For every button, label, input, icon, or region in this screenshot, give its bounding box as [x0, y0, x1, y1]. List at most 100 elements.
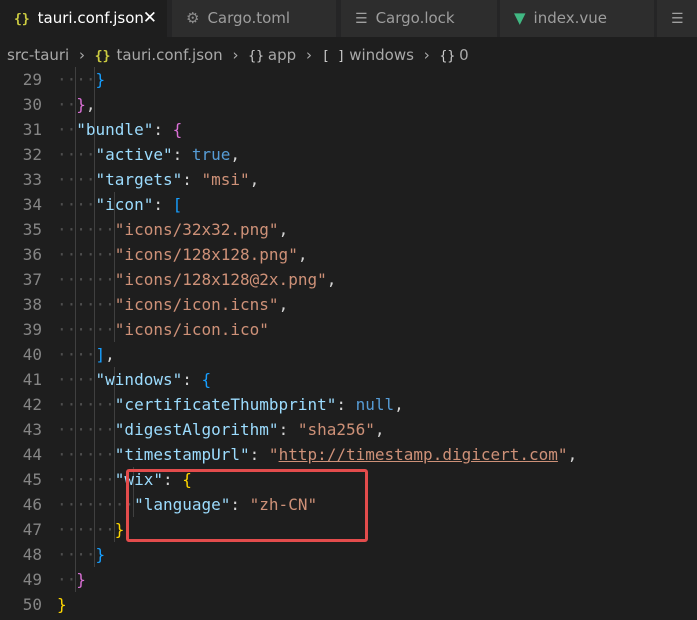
code-token: , [374, 420, 385, 439]
code-line[interactable]: 43 ······"digestAlgorithm": "sha256", [0, 417, 697, 442]
whitespace-marker: ·· [95, 495, 115, 514]
code-content: ······"icons/icon.icns", [57, 292, 288, 317]
whitespace-marker: ·· [57, 395, 77, 414]
whitespace-marker: ·· [76, 470, 96, 489]
code-token: "active" [95, 145, 173, 164]
line-number: 33 [22, 170, 42, 189]
whitespace-marker: ·· [57, 495, 77, 514]
code-content: ····} [57, 542, 105, 567]
tab-tauri-conf-json[interactable]: {} tauri.conf.json ✕ [0, 0, 168, 37]
code-token: true [191, 145, 231, 164]
close-icon[interactable]: ✕ [143, 0, 157, 37]
code-line[interactable]: 31 ··"bundle": { [0, 117, 697, 142]
whitespace-marker: ·· [76, 370, 96, 389]
code-token: } [76, 570, 86, 589]
code-line[interactable]: 32 ····"active": true, [0, 142, 697, 167]
whitespace-marker: ·· [76, 420, 96, 439]
tab-cargo-lock[interactable]: ☰ Cargo.lock [341, 0, 498, 37]
code-token: , [278, 220, 289, 239]
code-line[interactable]: 48 ····} [0, 542, 697, 567]
whitespace-marker: ·· [57, 220, 77, 239]
line-number: 32 [22, 145, 42, 164]
code-token: } [76, 95, 86, 114]
code-token: , [394, 395, 404, 414]
whitespace-marker: ·· [57, 345, 77, 364]
code-token: : [336, 395, 356, 414]
whitespace-marker: ·· [57, 145, 77, 164]
code-token: ] [95, 345, 106, 364]
code-content: ······"icons/icon.ico" [57, 317, 269, 342]
whitespace-marker: ·· [95, 420, 115, 439]
code-token: , [230, 145, 241, 164]
line-number: 50 [22, 595, 42, 614]
whitespace-marker: ·· [95, 220, 115, 239]
code-line[interactable]: 44 ······"timestampUrl": "http://timestam… [0, 442, 697, 467]
whitespace-marker: ·· [76, 345, 96, 364]
code-line[interactable]: 50} [0, 592, 697, 617]
whitespace-marker: ·· [95, 245, 115, 264]
whitespace-marker: ·· [57, 195, 77, 214]
code-token: "targets" [95, 170, 183, 189]
whitespace-marker: ·· [95, 320, 115, 339]
code-line[interactable]: 30 ··}, [0, 92, 697, 117]
whitespace-marker: ·· [76, 220, 96, 239]
whitespace-marker: ·· [95, 395, 115, 414]
code-token: "sha256" [297, 420, 375, 439]
code-line[interactable]: 40 ····], [0, 342, 697, 367]
whitespace-marker: ·· [76, 295, 96, 314]
tab-overflow[interactable]: ☰ [657, 0, 697, 37]
code-line[interactable]: 34 ····"icon": [ [0, 192, 697, 217]
whitespace-marker: ·· [76, 495, 96, 514]
code-token: "certificateThumbprint" [114, 395, 337, 414]
code-line[interactable]: 38 ······"icons/icon.icns", [0, 292, 697, 317]
whitespace-marker: ·· [95, 445, 115, 464]
line-number: 43 [22, 420, 42, 439]
code-line[interactable]: 41 ····"windows": { [0, 367, 697, 392]
code-token: , [567, 445, 578, 464]
code-line[interactable]: 49 ··} [0, 567, 697, 592]
lines-icon: ☰ [355, 11, 368, 27]
line-number: 30 [22, 95, 42, 114]
tab-label: tauri.conf.json [37, 9, 144, 27]
code-line[interactable]: 37 ······"icons/128x128@2x.png", [0, 267, 697, 292]
line-number: 36 [22, 245, 42, 264]
code-token: : [249, 445, 269, 464]
code-token: "windows" [95, 370, 183, 389]
code-content: ··}, [57, 92, 96, 117]
code-line[interactable]: 42 ······"certificateThumbprint": null, [0, 392, 697, 417]
vue-icon: ▼ [514, 9, 526, 27]
tab-cargo-toml[interactable]: ⚙ Cargo.toml [172, 0, 337, 37]
code-content: ····], [57, 342, 115, 367]
whitespace-marker: ·· [57, 420, 77, 439]
whitespace-marker: ·· [76, 270, 96, 289]
whitespace-marker: ·· [95, 270, 115, 289]
code-token: "icons/icon.ico" [114, 320, 269, 339]
code-token: "icons/32x32.png" [114, 220, 279, 239]
code-line[interactable]: 35 ······"icons/32x32.png", [0, 217, 697, 242]
code-token: , [297, 245, 308, 264]
code-line[interactable]: 36 ······"icons/128x128.png", [0, 242, 697, 267]
code-token: : [278, 420, 298, 439]
whitespace-marker: ·· [76, 245, 96, 264]
line-number: 47 [22, 520, 42, 539]
code-token: , [85, 95, 96, 114]
code-content: ····"targets": "msi", [57, 167, 259, 192]
line-number: 46 [22, 495, 42, 514]
whitespace-marker: ·· [76, 445, 96, 464]
code-content: ····"active": true, [57, 142, 240, 167]
code-token: : [172, 145, 192, 164]
code-token: } [114, 520, 125, 539]
tab-index-vue[interactable]: ▼ index.vue [500, 0, 655, 37]
code-line[interactable]: 33 ····"targets": "msi", [0, 167, 697, 192]
whitespace-marker: ·· [76, 195, 96, 214]
line-number: 29 [22, 70, 42, 89]
code-content: ······"icons/32x32.png", [57, 217, 288, 242]
code-token: "icons/128x128@2x.png" [114, 270, 327, 289]
whitespace-marker: ·· [76, 520, 96, 539]
code-line[interactable]: 39 ······"icons/icon.ico" [0, 317, 697, 342]
whitespace-marker: ·· [57, 245, 77, 264]
whitespace-marker: ·· [57, 545, 77, 564]
code-line[interactable]: 29 ····} [0, 67, 697, 92]
line-number: 42 [22, 395, 42, 414]
code-content: ····} [57, 67, 105, 92]
